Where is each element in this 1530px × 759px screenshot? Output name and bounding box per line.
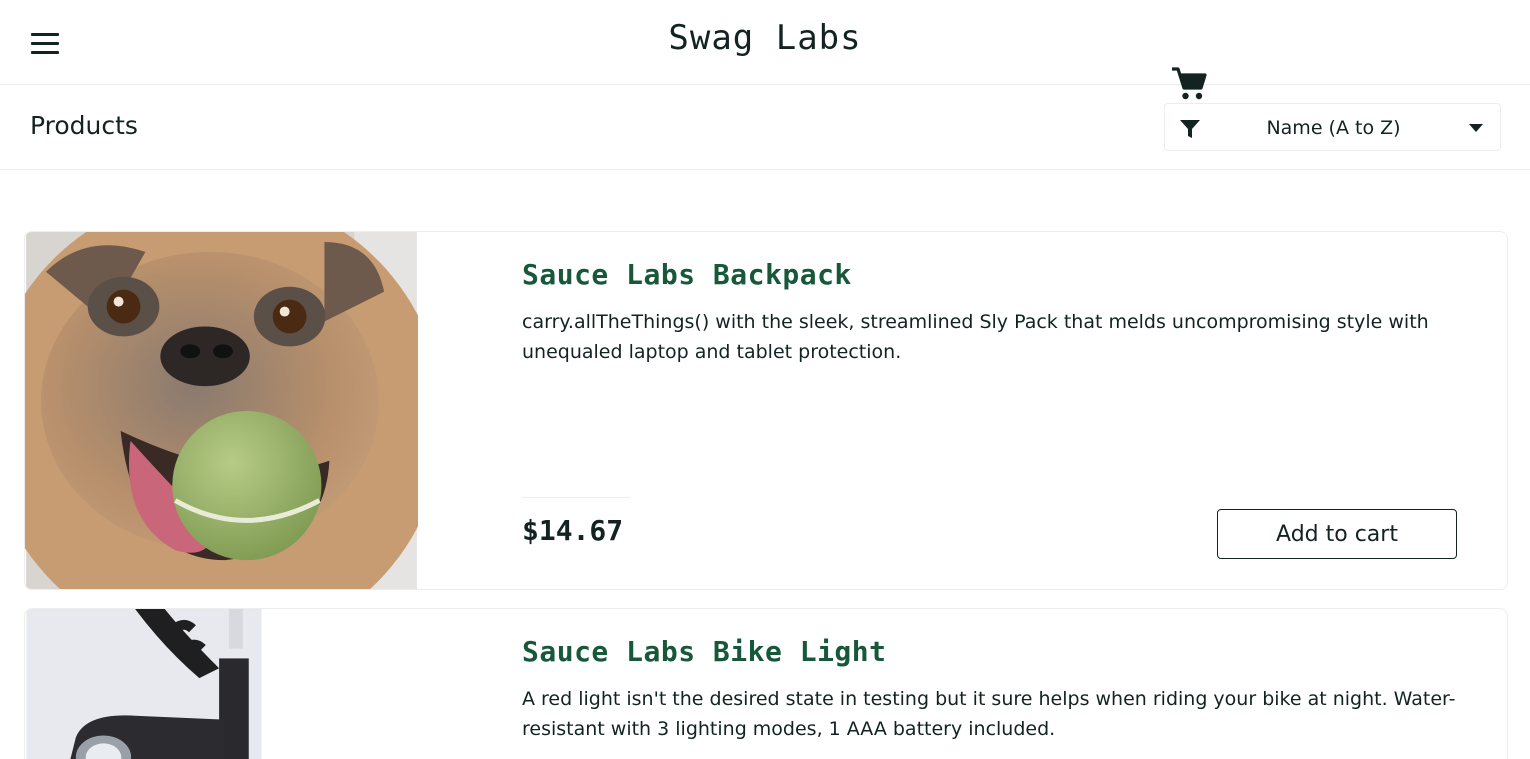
add-to-cart-button[interactable]: Add to cart — [1217, 509, 1457, 559]
product-description: carry.allTheThings() with the sleek, str… — [522, 311, 1429, 363]
primary-header: Swag Labs — [0, 0, 1530, 85]
product-description: A red light isn't the desired state in t… — [522, 688, 1456, 740]
product-name[interactable]: Sauce Labs Bike Light — [522, 635, 887, 668]
secondary-header: Products Name (A to Z) — [0, 85, 1530, 170]
inventory-item: Sauce Labs Backpack carry.allTheThings()… — [24, 231, 1508, 590]
sort-selected-value: Name (A to Z) — [1266, 117, 1401, 139]
caret-down-icon — [1469, 124, 1483, 132]
bike-light-photo[interactable] — [25, 609, 263, 759]
inventory-item: Sauce Labs Bike Light A red light isn't … — [24, 608, 1508, 759]
product-price: $14.67 — [522, 514, 624, 547]
product-name[interactable]: Sauce Labs Backpack — [522, 258, 852, 291]
page-title: Products — [30, 111, 138, 140]
price-divider — [522, 497, 630, 498]
app-logo: Swag Labs — [668, 18, 862, 58]
pug-with-tennis-ball-photo[interactable] — [25, 232, 418, 589]
sort-dropdown[interactable]: Name (A to Z) — [1164, 103, 1501, 151]
